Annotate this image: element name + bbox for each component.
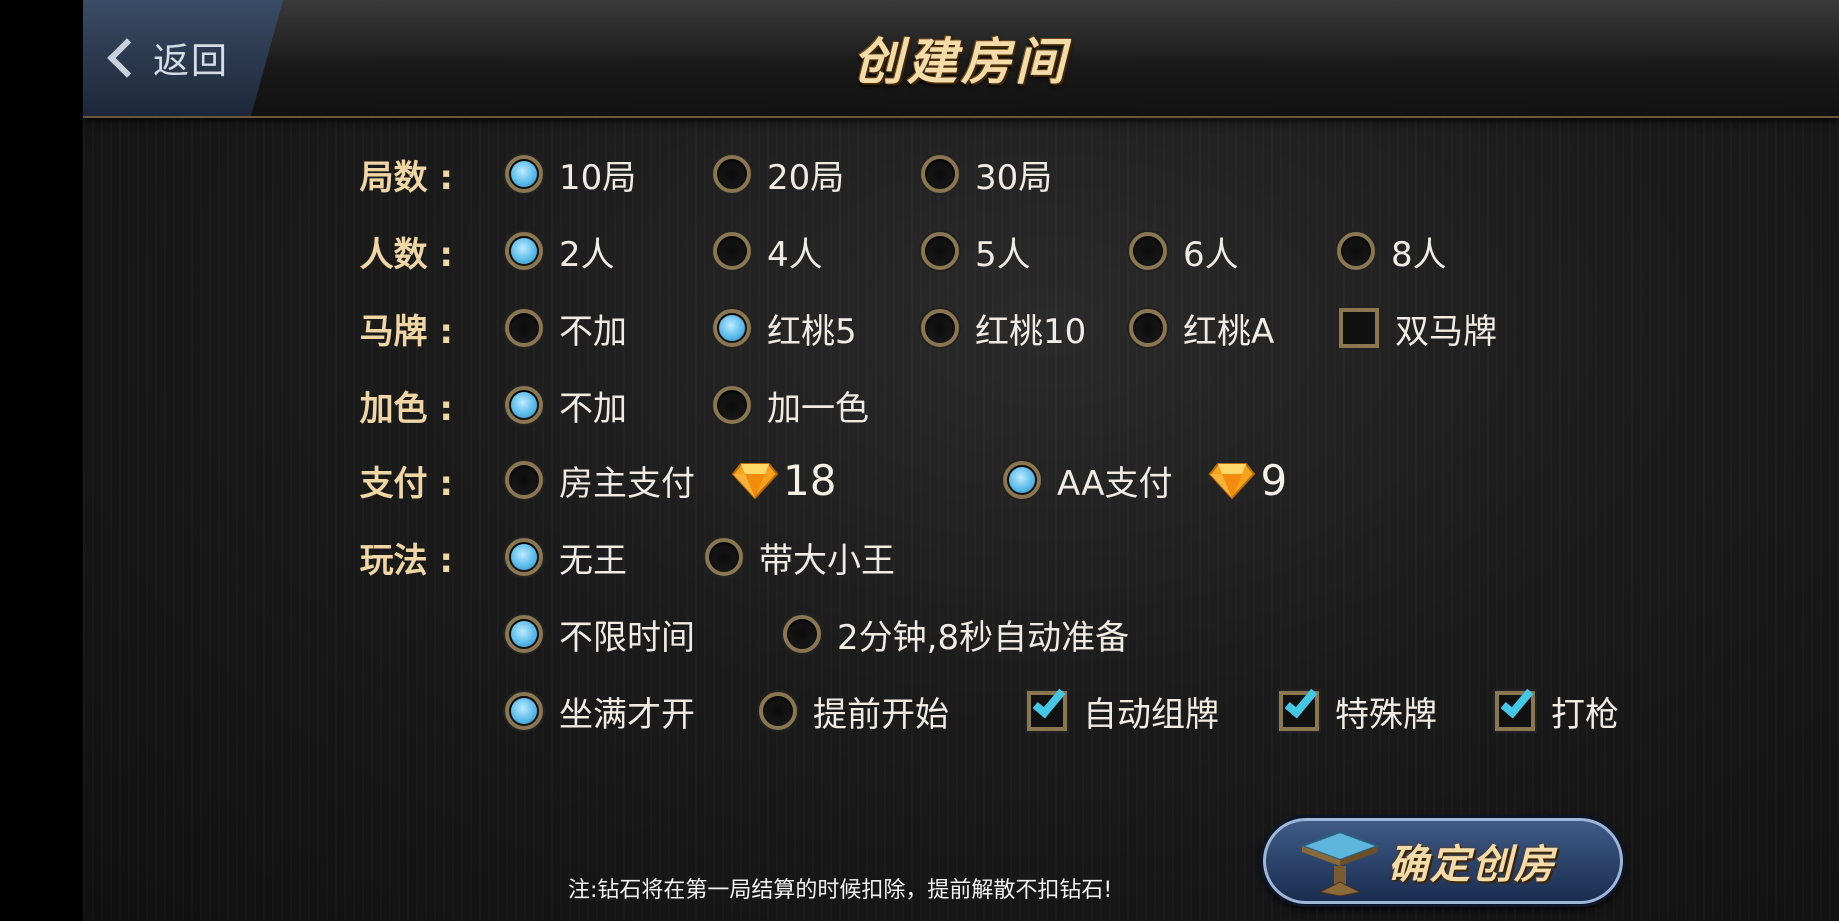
- radio[interactable]: [1129, 232, 1167, 270]
- option-label: 坐满才开: [559, 694, 695, 735]
- rounds-option-20[interactable]: 20局: [713, 150, 844, 199]
- radio-selected[interactable]: [505, 615, 543, 653]
- option-label: 2分钟,8秒自动准备: [837, 617, 1130, 658]
- footer-note: 注:钻石将在第一局结算的时候扣除，提前解散不扣钻石!: [568, 878, 1113, 903]
- players-option-6[interactable]: 6人: [1129, 227, 1239, 276]
- color-option-add-one[interactable]: 加一色: [713, 381, 869, 430]
- auto-arrange-checkbox[interactable]: 自动组牌: [1027, 687, 1219, 736]
- checkbox-checked[interactable]: [1495, 691, 1535, 731]
- aa-cost: 9: [1260, 455, 1288, 505]
- radio[interactable]: [759, 692, 797, 730]
- option-label: 10局: [559, 157, 637, 198]
- option-label: 双马牌: [1395, 311, 1497, 352]
- time-option-unlimited[interactable]: 不限时间: [505, 610, 695, 659]
- radio-selected[interactable]: [713, 309, 751, 347]
- start-option-early[interactable]: 提前开始: [759, 687, 949, 736]
- option-label: 特殊牌: [1335, 694, 1437, 735]
- radio[interactable]: [1129, 309, 1167, 347]
- radio[interactable]: [705, 538, 743, 576]
- rounds-label: 局数 :: [359, 157, 453, 198]
- checkbox-checked[interactable]: [1027, 691, 1067, 731]
- option-label: 2人: [559, 234, 615, 275]
- joker-option-none[interactable]: 无王: [505, 533, 627, 582]
- option-label: 红桃5: [767, 311, 857, 352]
- special-cards-checkbox[interactable]: 特殊牌: [1279, 687, 1437, 736]
- horse-card-label: 马牌 :: [359, 311, 453, 352]
- rounds-option-10[interactable]: 10局: [505, 150, 636, 199]
- radio-selected[interactable]: [505, 155, 543, 193]
- diamond-icon: [731, 463, 779, 500]
- payment-label: 支付 :: [359, 463, 453, 504]
- table-icon: [1299, 830, 1381, 896]
- radio-selected[interactable]: [1003, 461, 1041, 499]
- start-option-full[interactable]: 坐满才开: [505, 687, 695, 736]
- radio[interactable]: [921, 309, 959, 347]
- option-label: 8人: [1391, 234, 1447, 275]
- option-label: 红桃10: [975, 311, 1087, 352]
- option-label: 红桃A: [1183, 311, 1275, 352]
- time-option-auto-ready[interactable]: 2分钟,8秒自动准备: [783, 610, 1129, 659]
- option-label: 无王: [559, 540, 627, 581]
- option-label: 30局: [975, 157, 1053, 198]
- payment-option-owner[interactable]: 房主支付 18: [505, 456, 836, 505]
- radio[interactable]: [505, 461, 543, 499]
- radio[interactable]: [713, 232, 751, 270]
- players-option-5[interactable]: 5人: [921, 227, 1031, 276]
- color-option-none[interactable]: 不加: [505, 381, 627, 430]
- players-option-4[interactable]: 4人: [713, 227, 823, 276]
- horse-option-none[interactable]: 不加: [505, 304, 627, 353]
- checkbox-checked[interactable]: [1279, 691, 1319, 731]
- confirm-label: 确定创房: [1388, 842, 1556, 888]
- horse-option-heart-10[interactable]: 红桃10: [921, 304, 1086, 353]
- option-label: 4人: [767, 234, 823, 275]
- diamond-icon: [1209, 463, 1256, 500]
- confirm-create-room-button[interactable]: 确定创房: [1263, 818, 1623, 904]
- radio[interactable]: [713, 155, 751, 193]
- gameplay-label: 玩法 :: [359, 540, 453, 581]
- radio[interactable]: [921, 232, 959, 270]
- owner-cost: 18: [783, 455, 837, 505]
- page-title: 创建房间: [853, 33, 1069, 91]
- option-label: 不限时间: [559, 617, 695, 658]
- add-color-label: 加色 :: [359, 388, 453, 429]
- option-label: 房主支付: [559, 463, 695, 504]
- radio[interactable]: [783, 615, 821, 653]
- radio[interactable]: [921, 155, 959, 193]
- option-label: 6人: [1183, 234, 1239, 275]
- shoot-checkbox[interactable]: 打枪: [1495, 687, 1619, 736]
- radio[interactable]: [505, 309, 543, 347]
- players-option-2[interactable]: 2人: [505, 227, 615, 276]
- option-label: 20局: [767, 157, 845, 198]
- radio-selected[interactable]: [505, 538, 543, 576]
- payment-option-aa[interactable]: AA支付 9: [1003, 456, 1287, 505]
- radio[interactable]: [1337, 232, 1375, 270]
- top-bar: 返回 创建房间: [83, 0, 1839, 118]
- radio[interactable]: [713, 386, 751, 424]
- option-label: 5人: [975, 234, 1031, 275]
- checkbox[interactable]: [1339, 308, 1379, 348]
- radio-selected[interactable]: [505, 692, 543, 730]
- option-label: 不加: [559, 388, 627, 429]
- option-label: 提前开始: [813, 694, 949, 735]
- option-label: 加一色: [767, 388, 869, 429]
- joker-option-with-jokers[interactable]: 带大小王: [705, 533, 895, 582]
- horse-option-heart-a[interactable]: 红桃A: [1129, 304, 1274, 353]
- players-label: 人数 :: [359, 234, 453, 275]
- rounds-option-30[interactable]: 30局: [921, 150, 1052, 199]
- option-label: 带大小王: [759, 540, 895, 581]
- horse-option-heart-5[interactable]: 红桃5: [713, 304, 857, 353]
- option-label: 打枪: [1551, 694, 1619, 735]
- option-label: AA支付: [1057, 463, 1173, 504]
- radio-selected[interactable]: [505, 232, 543, 270]
- game-screen: 返回 创建房间 局数 : 10局 20局 30局 人数 : 2人 4人 5人 6…: [83, 0, 1839, 921]
- radio-selected[interactable]: [505, 386, 543, 424]
- option-label: 自动组牌: [1083, 694, 1219, 735]
- double-horse-checkbox[interactable]: 双马牌: [1339, 304, 1497, 353]
- option-label: 不加: [559, 311, 627, 352]
- players-option-8[interactable]: 8人: [1337, 227, 1447, 276]
